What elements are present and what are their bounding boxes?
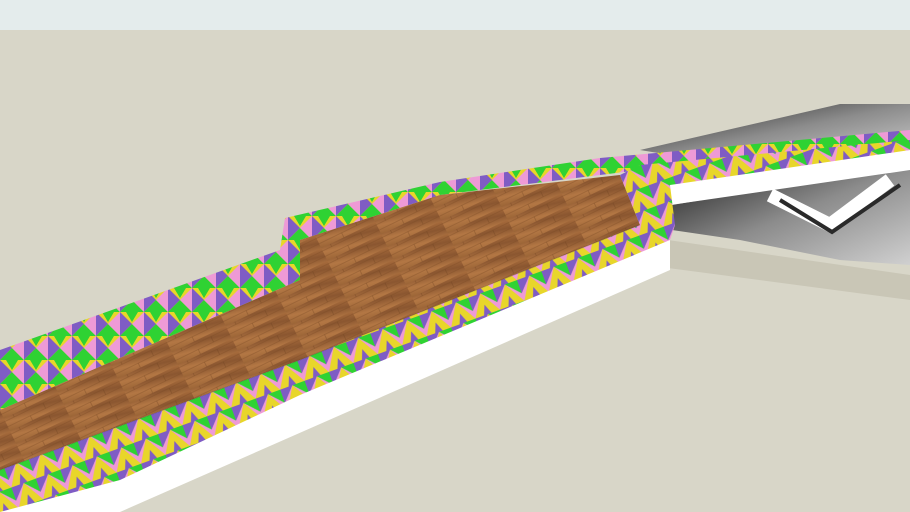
model-viewport[interactable] [0,0,910,512]
sky-band [0,0,910,30]
